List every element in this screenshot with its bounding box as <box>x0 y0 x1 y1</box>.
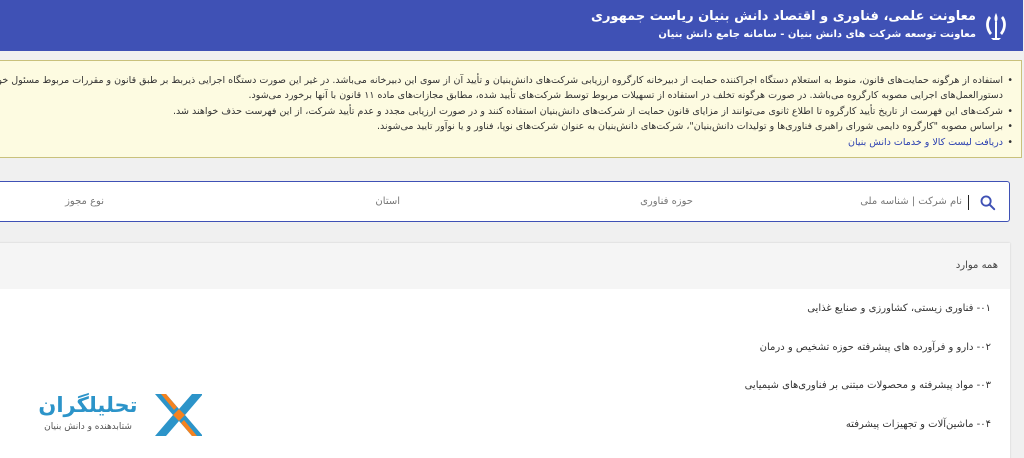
category-item[interactable]: ۰۳- مواد پیشرفته و محصولات مبتنی بر فناو… <box>746 380 992 391</box>
category-item[interactable]: ۰۲- دارو و فرآورده های پیشرفته حوزه تشخی… <box>761 342 992 353</box>
notice-link-item: دریافت لیست کالا و خدمات دانش بنیان <box>0 135 1014 151</box>
search-icon[interactable] <box>980 194 997 211</box>
notice-box: استفاده از هرگونه حمایت‌های قانون، منوط … <box>0 60 1023 158</box>
product-list-link[interactable]: دریافت لیست کالا و خدمات دانش بنیان <box>849 137 1004 148</box>
search-input[interactable]: نام شرکت | شناسه ملی <box>861 196 963 207</box>
notice-line: استفاده از هرگونه حمایت‌های قانون، منوط … <box>0 73 1014 89</box>
national-emblem-icon <box>987 13 1007 40</box>
notice-line: براساس مصوبه "کارگروه دایمی شورای راهبری… <box>0 119 1014 135</box>
all-items-label[interactable]: همه موارد <box>957 260 999 271</box>
category-item[interactable]: ۰۴- ماشین‌آلات و تجهیزات پیشرفته <box>847 419 992 430</box>
category-item[interactable]: ۰۱- فناوری زیستی، کشاورزی و صنایع غذایی <box>808 303 992 314</box>
watermark-name: تحلیلگران <box>39 393 139 417</box>
tech-field-select[interactable]: حوزه فناوری <box>641 196 694 207</box>
license-type-select[interactable]: نوع مجوز <box>66 196 105 207</box>
notice-line: دستورالعمل‌های اجرایی مصوبه کارگروه می‌ب… <box>249 90 1004 102</box>
app-title: معاونت علمی، فناوری و اقتصاد دانش بنیان … <box>592 9 977 24</box>
search-filter-bar: نام شرکت | شناسه ملی حوزه فناوری استان ن… <box>0 181 1011 222</box>
app-subtitle: معاونت توسعه شرکت های دانش بنیان - سامان… <box>659 29 977 40</box>
text-cursor <box>969 195 970 210</box>
list-header: همه موارد <box>0 243 1011 289</box>
notice-line: شرکت‌های این فهرست از تاریخ تأیید کارگرو… <box>0 104 1014 120</box>
app-header: معاونت علمی، فناوری و اقتصاد دانش بنیان … <box>0 0 1024 51</box>
watermark-tagline: شتابدهنده و دانش بنیان <box>45 422 133 432</box>
province-select[interactable]: استان <box>376 196 401 207</box>
